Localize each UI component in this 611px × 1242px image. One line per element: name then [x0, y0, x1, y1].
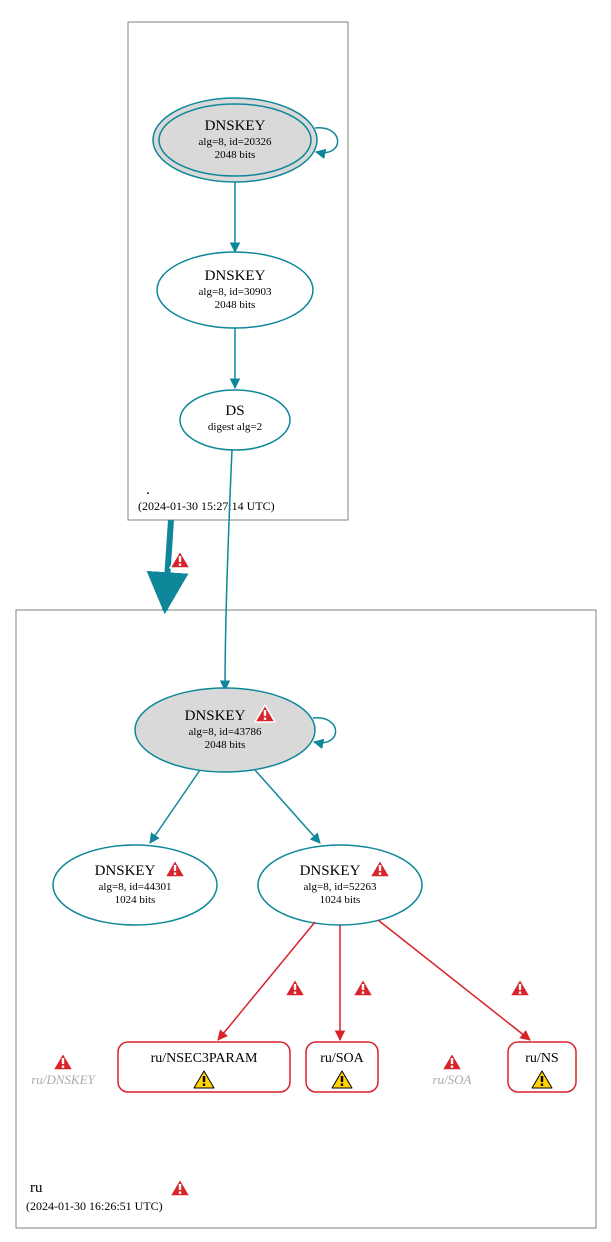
svg-text:DNSKEY: DNSKEY — [205, 118, 266, 134]
warning-icon — [353, 979, 373, 996]
zone-root-label: . — [146, 482, 150, 498]
svg-text:alg=8, id=52263: alg=8, id=52263 — [304, 881, 377, 893]
faded-ru-dnskey: ru/DNSKEY — [31, 1053, 96, 1087]
node-ru-zsk1[interactable]: DNSKEY alg=8, id=44301 1024 bits — [53, 845, 217, 925]
node-root-ds[interactable]: DS digest alg=2 — [180, 390, 290, 450]
svg-text:DNSKEY: DNSKEY — [205, 268, 266, 284]
svg-text:1024 bits: 1024 bits — [320, 894, 361, 906]
svg-text:alg=8, id=43786: alg=8, id=43786 — [189, 726, 262, 738]
svg-text:1024 bits: 1024 bits — [115, 894, 156, 906]
zone-ru-timestamp: (2024-01-30 16:26:51 UTC) — [26, 1199, 163, 1213]
svg-text:digest alg=2: digest alg=2 — [208, 421, 262, 433]
svg-text:alg=8, id=20326: alg=8, id=20326 — [199, 136, 272, 148]
node-ru-ksk[interactable]: DNSKEY alg=8, id=43786 2048 bits — [135, 688, 315, 772]
svg-text:ru/SOA: ru/SOA — [320, 1051, 364, 1066]
svg-text:DS: DS — [225, 403, 244, 419]
edge-root-ksk-self — [315, 128, 338, 153]
svg-text:ru/SOA: ru/SOA — [433, 1072, 472, 1087]
zone-root-timestamp: (2024-01-30 15:27:14 UTC) — [138, 499, 275, 513]
warning-icon — [285, 979, 305, 996]
warning-icon — [170, 551, 190, 568]
svg-text:2048 bits: 2048 bits — [215, 299, 256, 311]
svg-text:2048 bits: 2048 bits — [205, 739, 246, 751]
svg-text:ru/NSEC3PARAM: ru/NSEC3PARAM — [151, 1051, 258, 1066]
svg-text:DNSKEY: DNSKEY — [300, 863, 361, 879]
edge-zsk2-to-ns — [378, 920, 530, 1040]
faded-ru-soa: ru/SOA — [433, 1053, 472, 1087]
warning-icon — [442, 1053, 462, 1070]
svg-text:DNSKEY: DNSKEY — [95, 863, 156, 879]
edge-ds-to-ru-ksk — [225, 450, 232, 690]
node-root-zsk[interactable]: DNSKEY alg=8, id=30903 2048 bits — [157, 252, 313, 328]
rr-nsec3param[interactable]: ru/NSEC3PARAM — [118, 1042, 290, 1092]
rr-ns[interactable]: ru/NS — [508, 1042, 576, 1092]
rr-soa[interactable]: ru/SOA — [306, 1042, 378, 1092]
edge-ru-ksk-self — [313, 718, 336, 743]
edge-zone-delegation — [165, 520, 171, 610]
warning-icon — [510, 979, 530, 996]
svg-text:ru/NS: ru/NS — [525, 1051, 558, 1066]
svg-text:ru/DNSKEY: ru/DNSKEY — [31, 1072, 96, 1087]
node-root-ksk[interactable]: DNSKEY alg=8, id=20326 2048 bits — [153, 98, 317, 182]
svg-text:alg=8, id=44301: alg=8, id=44301 — [99, 881, 172, 893]
edge-ru-ksk-to-zsk1 — [150, 770, 200, 843]
svg-text:alg=8, id=30903: alg=8, id=30903 — [199, 286, 272, 298]
svg-text:2048 bits: 2048 bits — [215, 149, 256, 161]
zone-ru-label: ru — [30, 1180, 43, 1196]
edge-zsk2-to-nsec3param — [218, 922, 315, 1040]
warning-icon — [170, 1179, 190, 1196]
edge-ru-ksk-to-zsk2 — [255, 770, 320, 843]
node-ru-zsk2[interactable]: DNSKEY alg=8, id=52263 1024 bits — [258, 845, 422, 925]
svg-text:DNSKEY: DNSKEY — [185, 708, 246, 724]
warning-icon — [53, 1053, 73, 1070]
